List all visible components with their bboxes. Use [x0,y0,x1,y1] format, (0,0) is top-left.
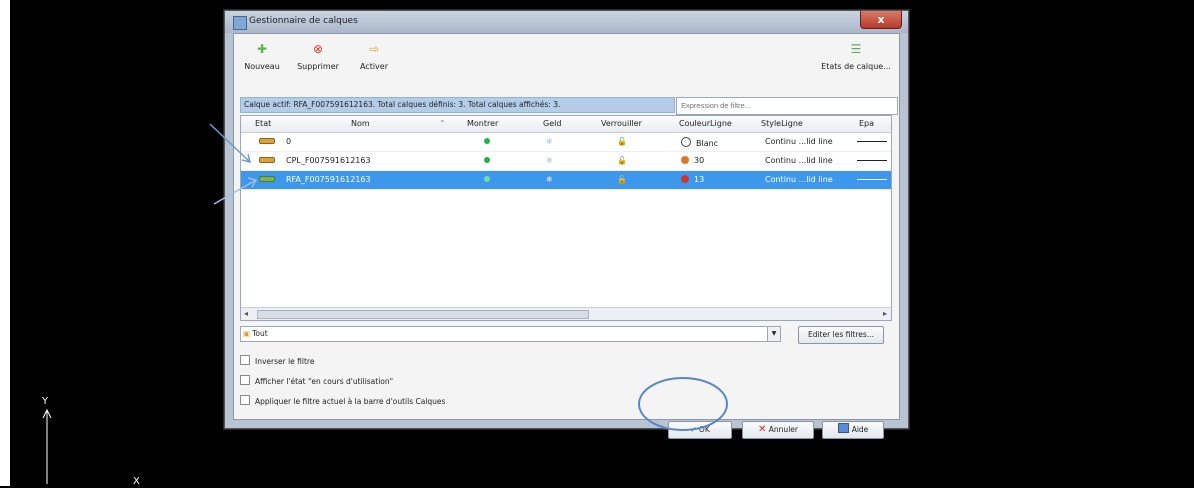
sort-arrow-icon: ⌃ [439,119,446,128]
checkbox-icon[interactable] [240,375,250,385]
new-label: Nouveau [244,62,280,71]
table-row[interactable]: 0 ❄ 🔓 Blanc Continu ...lid line [241,133,891,152]
app-icon [233,16,247,30]
line-style[interactable]: Continu ...lid line [765,137,833,146]
line-color[interactable]: 30 [681,156,751,165]
layer-manager-dialog: Gestionnaire de calques x ✚ Nouveau ⊗ Su… [224,10,909,439]
show-in-use-label: Afficher l'état "en cours d'utilisation" [255,377,394,386]
filter-tree-select[interactable]: ▣ Tout ▼ [240,326,781,342]
window-title: Gestionnaire de calques [249,16,358,26]
chevron-down-icon[interactable]: ▼ [767,327,780,341]
ucs-icon: Y X [38,392,158,487]
filter-tree-icon: ▣ [243,329,251,338]
table-row-selected[interactable]: RFA_F007591612163 ❄ 🔓 13 Continu ...lid … [241,171,891,190]
col-linecolor[interactable]: CouleurLigne [679,119,732,128]
line-weight[interactable] [857,175,887,184]
col-show[interactable]: Montrer [467,119,498,128]
line-style[interactable]: Continu ...lid line [765,156,833,165]
line-weight[interactable] [857,156,887,165]
scroll-thumb[interactable] [257,310,589,319]
help-label: Aide [851,425,869,434]
visible-icon[interactable] [484,156,490,165]
apply-toolbar-label: Appliquer le filtre actuel à la barre d'… [255,397,446,406]
annotation-arrow-2 [213,177,258,205]
highlight-circle [638,377,728,431]
table-header: Etat Nom ⌃ Montrer Geld Verrouiller Coul… [241,116,891,133]
scroll-right-icon[interactable]: ▸ [883,309,887,318]
close-button[interactable]: x [860,11,902,29]
line-color[interactable]: Blanc [681,137,751,148]
lock-icon[interactable]: 🔓 [617,175,627,184]
layer-name: RFA_F007591612163 [286,175,371,184]
lock-icon[interactable]: 🔓 [617,156,627,165]
show-in-use-checkbox[interactable]: Afficher l'état "en cours d'utilisation" [240,375,393,387]
filter-tree-value: Tout [252,329,268,338]
cancel-button[interactable]: ✕ Annuler [742,421,814,439]
edit-filters-button[interactable]: Editer les filtres... [798,326,884,344]
checkbox-icon[interactable] [240,355,250,365]
freeze-icon[interactable]: ❄ [546,137,553,146]
layer-table: Etat Nom ⌃ Montrer Geld Verrouiller Coul… [240,115,892,321]
screen-left-edge [0,0,10,486]
annotation-arrow-1 [209,123,252,164]
line-weight[interactable] [857,137,887,146]
invert-filter-label: Inverser le filtre [255,357,315,366]
help-icon [837,423,849,433]
layer-states-label: Etats de calque... [821,62,891,71]
col-name[interactable]: Nom [351,119,370,128]
line-color[interactable]: 13 [681,175,751,184]
visible-icon[interactable] [484,137,490,146]
activate-button[interactable]: ⇨ Activer [356,42,392,71]
col-lock[interactable]: Verrouiller [601,119,642,128]
layer-states-icon: ☰ [850,42,862,56]
delete-label: Supprimer [297,62,339,71]
freeze-icon[interactable]: ❄ [546,156,553,165]
freeze-icon[interactable]: ❄ [546,175,553,184]
delete-icon: ⊗ [312,42,324,56]
help-button[interactable]: Aide [822,421,884,439]
visible-icon[interactable] [484,175,490,184]
activate-label: Activer [359,62,389,71]
new-layer-icon: ✚ [256,42,268,56]
apply-toolbar-checkbox[interactable]: Appliquer le filtre actuel à la barre d'… [240,395,445,407]
delete-button[interactable]: ⊗ Supprimer [294,42,342,71]
new-button[interactable]: ✚ Nouveau [242,42,282,71]
layer-name: CPL_F007591612163 [286,156,371,165]
layer-states-button[interactable]: ☰ Etats de calque... [821,42,891,71]
col-linestyle[interactable]: StyleLigne [761,119,803,128]
active-layer-status: Calque actif: RFA_F007591612163. Total c… [240,97,675,113]
ucs-x-label: X [133,476,140,486]
checkbox-icon[interactable] [240,395,250,405]
col-freeze[interactable]: Geld [543,119,561,128]
activate-icon: ⇨ [368,42,380,56]
ucs-y-label: Y [41,396,49,407]
col-lineweight[interactable]: Epa [859,119,874,128]
line-style[interactable]: Continu ...lid line [765,175,833,184]
dialog-body: ✚ Nouveau ⊗ Supprimer ⇨ Activer ☰ Etats … [233,33,900,439]
invert-filter-checkbox[interactable]: Inverser le filtre [240,355,314,367]
scroll-left-icon[interactable]: ◂ [244,309,248,318]
layer-name: 0 [286,137,292,146]
title-bar[interactable]: Gestionnaire de calques x [225,11,908,33]
horizontal-scrollbar[interactable]: ◂ ▸ [241,307,891,320]
table-row[interactable]: CPL_F007591612163 ❄ 🔓 30 Continu ...lid … [241,152,891,171]
cancel-label: Annuler [768,425,798,434]
filter-expression-input[interactable] [676,97,898,115]
x-icon: ✕ [758,424,767,435]
lock-icon[interactable]: 🔓 [617,137,627,146]
